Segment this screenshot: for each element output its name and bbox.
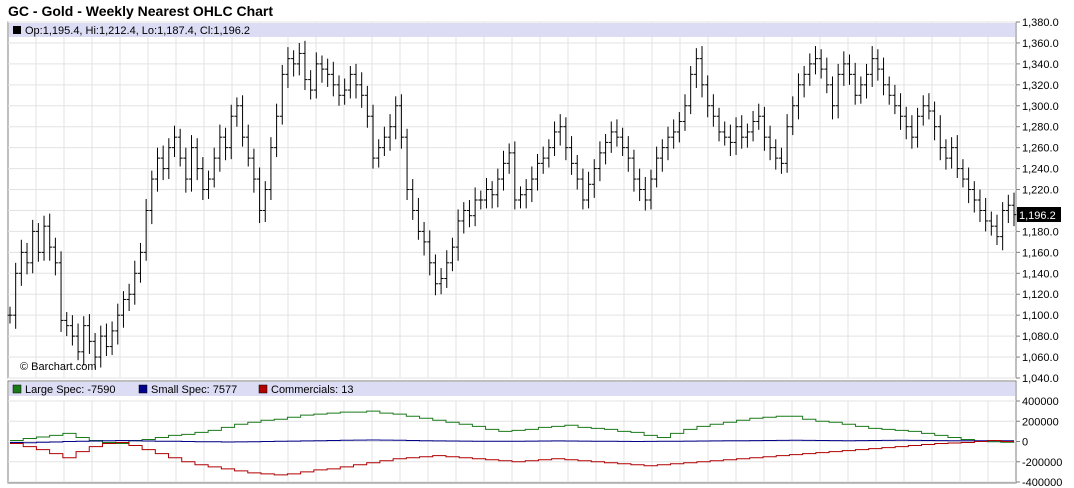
- price-tick-label: 1,300.0: [1022, 101, 1059, 113]
- price-tick-label: 1,240.0: [1022, 164, 1059, 176]
- cot-tick-label: 400000: [1022, 396, 1059, 408]
- price-tick-label: 1,280.0: [1022, 122, 1059, 134]
- cot-legend-swatch: [138, 384, 148, 394]
- price-tick-label: 1,320.0: [1022, 80, 1059, 92]
- price-axis: 1,040.0 1,060.0 1,080.0 1,100.0 1,120.0 1,140…: [1016, 17, 1059, 385]
- cot-axis: 400000 200000 0 -200000 -400000: [1016, 396, 1062, 488]
- ohlc-legend-swatch: [13, 26, 21, 34]
- cot-legend-label: Large Spec: -7590: [25, 384, 116, 396]
- cot-legend-swatch: [258, 384, 268, 394]
- price-tick-label: 1,040.0: [1022, 373, 1059, 385]
- cot-legend-swatch: [12, 384, 22, 394]
- cot-tick-label: 200000: [1022, 416, 1059, 428]
- price-tick-label: 1,260.0: [1022, 143, 1059, 155]
- last-price-label: 1,196.2: [1019, 210, 1056, 222]
- price-tick-label: 1,120.0: [1022, 289, 1059, 301]
- watermark: © Barchart.com: [20, 361, 97, 373]
- price-tick-label: 1,140.0: [1022, 268, 1059, 280]
- price-tick-label: 1,180.0: [1022, 226, 1059, 238]
- ohlc-legend: Op:1,195.4, Hi:1,212.4, Lo:1,187.4, Cl:1…: [25, 25, 250, 37]
- price-tick-label: 1,060.0: [1022, 352, 1059, 364]
- price-tick-label: 1,220.0: [1022, 185, 1059, 197]
- cot-legend-label: Small Spec: 7577: [151, 384, 237, 396]
- price-tick-label: 1,080.0: [1022, 331, 1059, 343]
- cot-tick-label: 0: [1022, 437, 1028, 449]
- price-tick-label: 1,360.0: [1022, 38, 1059, 50]
- cot-tick-label: -200000: [1022, 457, 1062, 469]
- cot-tick-label: -400000: [1022, 477, 1062, 488]
- cot-legend-label: Commercials: 13: [271, 384, 354, 396]
- price-tick-label: 1,380.0: [1022, 17, 1059, 29]
- price-tick-label: 1,160.0: [1022, 247, 1059, 259]
- cot-legend: Large Spec: -7590 Small Spec: 7577 Commerc…: [12, 384, 354, 396]
- price-tick-label: 1,100.0: [1022, 310, 1059, 322]
- chart-canvas: Op:1,195.4, Hi:1,212.4, Lo:1,187.4, Cl:1…: [7, 17, 1062, 488]
- price-tick-label: 1,340.0: [1022, 59, 1059, 71]
